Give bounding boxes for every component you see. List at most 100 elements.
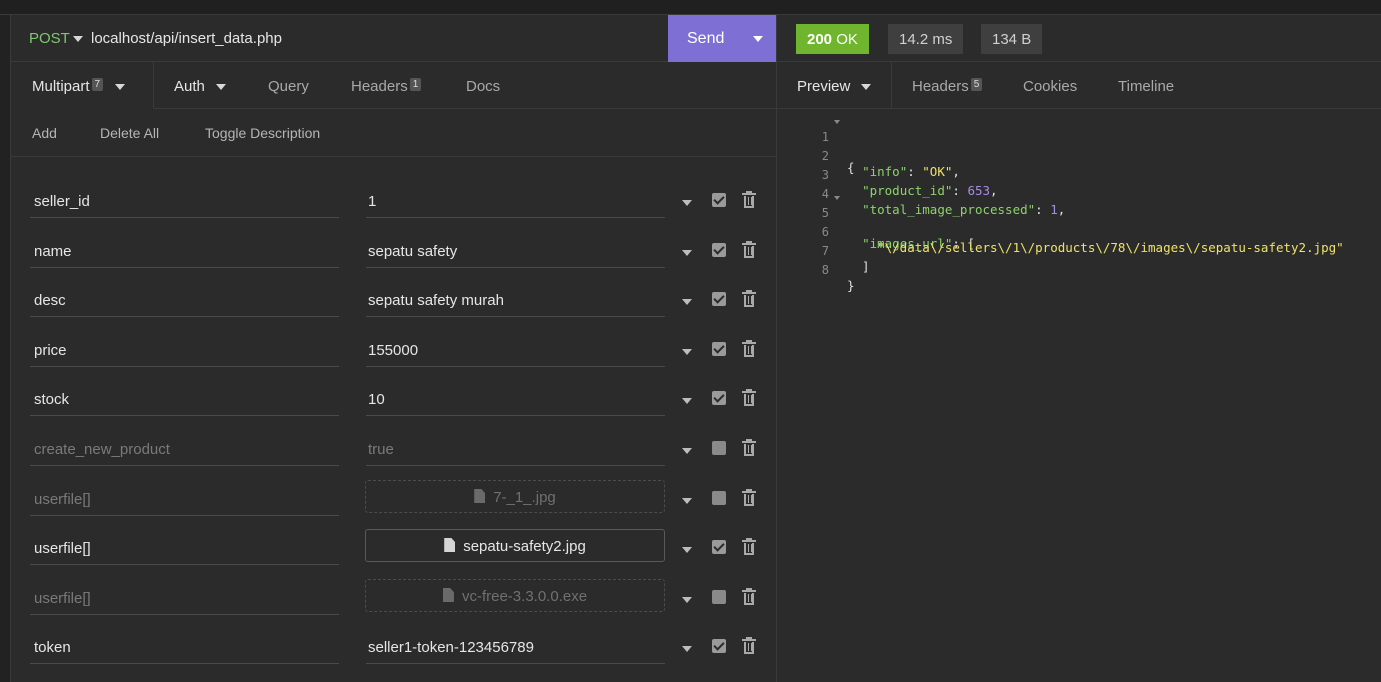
param-value-input[interactable]: sepatu safety [366, 234, 665, 268]
trash-icon[interactable] [742, 439, 756, 456]
send-button[interactable]: Send [668, 15, 776, 62]
param-enabled-checkbox[interactable] [712, 243, 726, 257]
response-tabs: Preview Headers 5 Cookies Timeline [777, 62, 1381, 109]
code-line: 5 "images_url": [ [777, 191, 1381, 251]
param-name-input[interactable]: desc [30, 283, 339, 317]
trash-icon[interactable] [742, 637, 756, 654]
delete-all-button[interactable]: Delete All [100, 125, 159, 141]
trash-icon[interactable] [742, 588, 756, 605]
tab-multipart[interactable]: Multipart 7 [32, 78, 126, 95]
tab-preview[interactable]: Preview [797, 78, 871, 95]
param-row: create_new_product true [11, 426, 777, 476]
url-bar: POST localhost/api/insert_data.php Send [11, 15, 777, 62]
param-name-input[interactable]: stock [30, 382, 339, 416]
param-type-dropdown-icon[interactable] [682, 498, 692, 504]
tab-response-headers[interactable]: Headers 5 [912, 78, 983, 95]
trash-icon[interactable] [742, 340, 756, 357]
code-line: 2 "info": "OK", [777, 134, 1381, 179]
request-tabs: Multipart 7 Auth Query Headers 1 Docs [11, 62, 777, 109]
param-type-dropdown-icon[interactable] [682, 299, 692, 305]
response-status-bar: 200 OK 14.2 ms 134 B [777, 15, 1381, 62]
code-line: 7 ] [777, 229, 1381, 274]
param-name-input[interactable]: price [30, 333, 339, 367]
param-enabled-checkbox[interactable] [712, 342, 726, 356]
param-type-dropdown-icon[interactable] [682, 250, 692, 256]
param-enabled-checkbox[interactable] [712, 540, 726, 554]
param-name-input[interactable]: name [30, 234, 339, 268]
trash-icon[interactable] [742, 538, 756, 555]
tab-cookies[interactable]: Cookies [1023, 78, 1077, 95]
param-type-dropdown-icon[interactable] [682, 448, 692, 454]
file-name: vc-free-3.3.0.0.exe [461, 588, 588, 605]
trash-icon[interactable] [742, 489, 756, 506]
code-line: 3 "product_id": 653, [777, 153, 1381, 198]
param-type-dropdown-icon[interactable] [682, 200, 692, 206]
param-row: stock 10 [11, 376, 777, 426]
tab-headers[interactable]: Headers 1 [351, 78, 422, 95]
response-time-badge: 14.2 ms [888, 24, 964, 54]
file-icon [444, 538, 456, 552]
param-type-dropdown-icon[interactable] [682, 646, 692, 652]
tab-response-headers-label: Headers [912, 78, 969, 95]
param-name-input[interactable]: token [30, 630, 339, 664]
param-value-input[interactable]: sepatu safety murah [366, 283, 665, 317]
param-type-dropdown-icon[interactable] [682, 349, 692, 355]
param-row: price 155000 [11, 327, 777, 377]
param-enabled-checkbox[interactable] [712, 491, 726, 505]
param-value-input[interactable]: seller1-token-123456789 [366, 630, 665, 664]
param-value-input[interactable]: 1 [366, 184, 665, 218]
param-row: userfile[] vc-free-3.3.0.0.exe [11, 575, 777, 625]
param-name-input[interactable]: create_new_product [30, 432, 339, 466]
param-name-input[interactable]: userfile[] [30, 482, 339, 516]
param-name-input[interactable]: seller_id [30, 184, 339, 218]
code-line: 4 "total_image_processed": 1, [777, 172, 1381, 217]
response-size-badge: 134 B [981, 24, 1043, 54]
file-icon [442, 588, 454, 602]
param-row: name sepatu safety [11, 228, 777, 278]
param-type-dropdown-icon[interactable] [682, 547, 692, 553]
param-enabled-checkbox[interactable] [712, 639, 726, 653]
window-top-strip [0, 0, 1381, 15]
tab-query[interactable]: Query [268, 78, 309, 95]
line-number: 8 [821, 263, 829, 277]
param-name-input[interactable]: userfile[] [30, 531, 339, 565]
method-selector[interactable]: POST [29, 30, 70, 47]
param-type-dropdown-icon[interactable] [682, 597, 692, 603]
toggle-description-button[interactable]: Toggle Description [205, 125, 320, 141]
trash-icon[interactable] [742, 241, 756, 258]
add-button[interactable]: Add [32, 125, 57, 141]
fold-icon[interactable] [834, 120, 840, 124]
param-enabled-checkbox[interactable] [712, 590, 726, 604]
status-text: OK [836, 31, 858, 48]
trash-icon[interactable] [742, 290, 756, 307]
param-enabled-checkbox[interactable] [712, 441, 726, 455]
send-options-icon[interactable] [753, 36, 763, 42]
params-actions: Add Delete All Toggle Description [11, 109, 777, 157]
status-badge: 200 OK [796, 24, 869, 54]
tab-auth[interactable]: Auth [174, 78, 227, 95]
file-picker-button[interactable]: sepatu-safety2.jpg [365, 529, 665, 562]
param-enabled-checkbox[interactable] [712, 391, 726, 405]
param-type-dropdown-icon[interactable] [682, 398, 692, 404]
code-line: 8 } [777, 248, 1381, 293]
param-value-input[interactable]: 155000 [366, 333, 665, 367]
method-dropdown-icon[interactable] [73, 36, 83, 42]
tab-auth-label: Auth [174, 78, 205, 95]
param-enabled-checkbox[interactable] [712, 193, 726, 207]
status-code: 200 [807, 31, 833, 48]
trash-icon[interactable] [742, 191, 756, 208]
file-picker-button[interactable]: 7-_1_.jpg [365, 480, 665, 513]
param-value-input[interactable]: 10 [366, 382, 665, 416]
trash-icon[interactable] [742, 389, 756, 406]
code-line: 1 { [777, 115, 1381, 175]
param-enabled-checkbox[interactable] [712, 292, 726, 306]
tab-timeline[interactable]: Timeline [1118, 78, 1174, 95]
url-input[interactable]: localhost/api/insert_data.php [91, 30, 282, 47]
param-value-input[interactable]: true [366, 432, 665, 466]
chevron-down-icon [860, 84, 871, 91]
tab-docs[interactable]: Docs [466, 78, 500, 95]
fold-icon[interactable] [834, 196, 840, 200]
param-name-input[interactable]: userfile[] [30, 581, 339, 615]
file-picker-button[interactable]: vc-free-3.3.0.0.exe [365, 579, 665, 612]
sidebar-edge [0, 15, 11, 682]
